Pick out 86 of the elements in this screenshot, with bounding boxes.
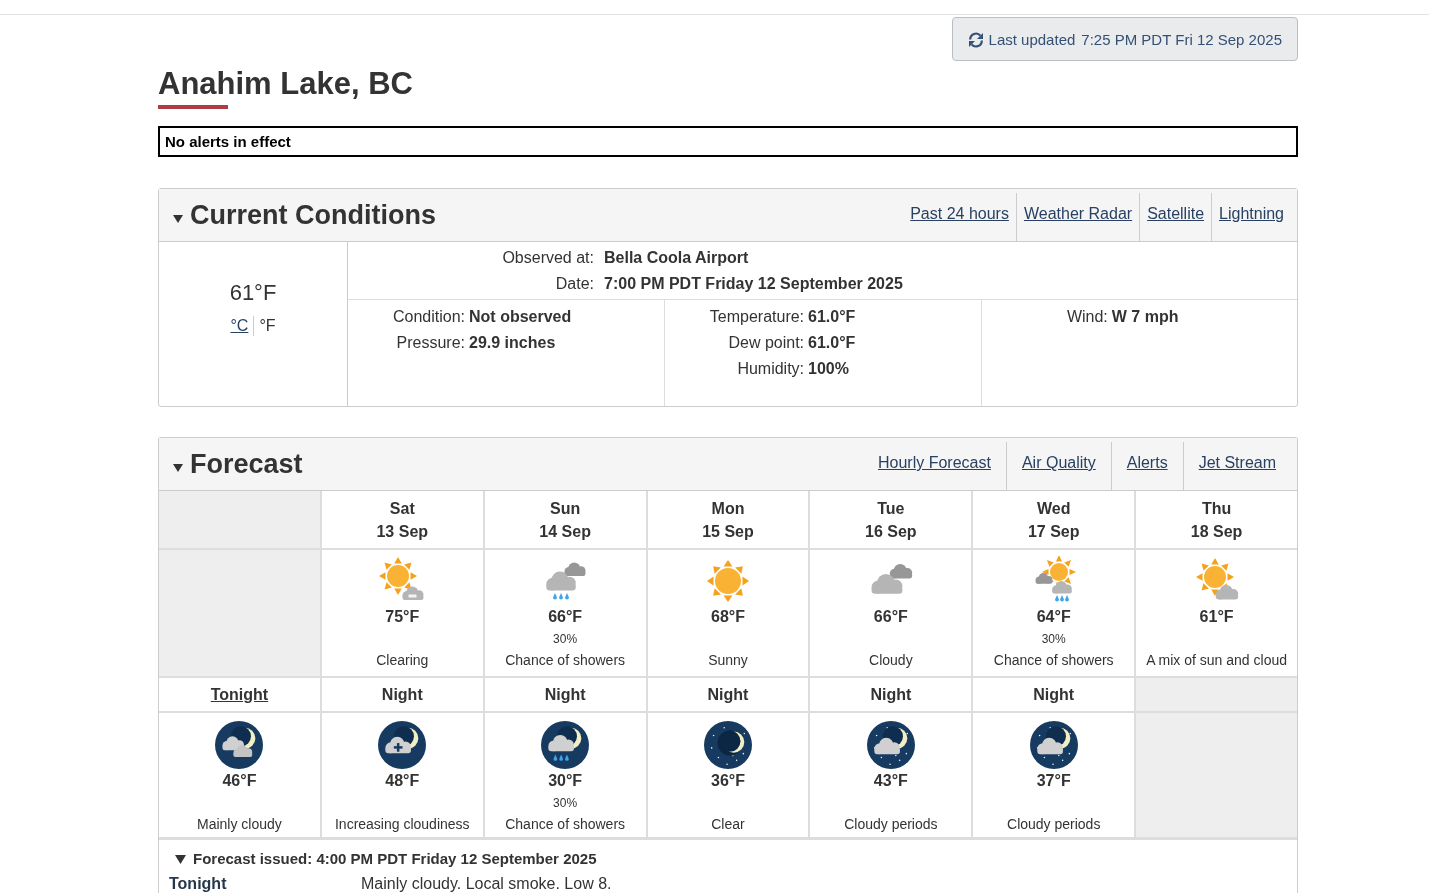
last-updated-button[interactable]: Last updated 7:25 PM PDT Fri 12 Sep 2025 <box>951 17 1298 61</box>
issued-toggle[interactable]: Forecast issued: 4:00 PM PDT Friday 12 September 2025 <box>175 849 597 869</box>
unit-link[interactable]: °C <box>230 316 249 336</box>
field-value: Bella Coola Airport <box>604 248 749 268</box>
header-link[interactable]: Past 24 hours <box>903 193 1016 241</box>
moon-cloud-icon <box>215 721 264 769</box>
header-link[interactable]: Jet Stream <box>1182 442 1291 490</box>
temperature: 48°F <box>385 771 420 791</box>
period-label: Night <box>544 684 586 705</box>
header-link[interactable]: Alerts <box>1110 442 1183 490</box>
condition-text: Chance of showers <box>993 651 1114 670</box>
condition-text: Clear <box>711 815 745 834</box>
header-link[interactable]: Hourly Forecast <box>863 442 1006 490</box>
field-value: 100% <box>808 359 849 379</box>
day-date: 16 Sep <box>865 522 917 542</box>
precip-chance: 30% <box>553 796 578 810</box>
day-date: 13 Sep <box>376 522 429 542</box>
field-value: 29.9 inches <box>469 333 556 353</box>
day-name: Sat <box>389 499 415 519</box>
day-date: 18 Sep <box>1190 522 1243 542</box>
temperature: 46°F <box>222 771 257 791</box>
refresh-icon <box>967 32 984 48</box>
condition-text: Cloudy <box>869 651 913 670</box>
section-toggle[interactable]: Forecast <box>173 438 303 490</box>
field-label: Temperature: <box>709 307 805 327</box>
condition-text: A mix of sun and cloud <box>1146 651 1287 670</box>
field-label: Observed at: <box>502 248 594 268</box>
day-name: Thu <box>1201 499 1232 519</box>
period-label: Night <box>381 684 423 705</box>
day-name: Sun <box>550 499 581 519</box>
moon-rain-cloud-icon <box>541 721 590 769</box>
moon-cloud-stars-icon <box>866 721 915 769</box>
location-title: Anahim Lake, BC <box>158 65 414 103</box>
precip-chance: 30% <box>553 632 578 646</box>
temperature: 43°F <box>873 771 908 791</box>
moon-cloud-stars-icon <box>1029 721 1078 769</box>
period-label: Night <box>707 684 749 705</box>
day-name: Wed <box>1036 499 1071 519</box>
field-label: Dew point: <box>728 333 805 353</box>
period-label: Night <box>870 684 912 705</box>
condition-text: Cloudy periods <box>1007 815 1101 834</box>
condition-text: Chance of showers <box>505 815 626 834</box>
header-link[interactable]: Satellite <box>1139 193 1212 241</box>
field-label: Date: <box>555 274 594 294</box>
field-label: Condition: <box>393 307 466 327</box>
unit-label: °F <box>259 316 276 336</box>
precip-chance: 30% <box>1041 632 1066 646</box>
field-label: Pressure: <box>396 333 466 353</box>
header-link[interactable]: Lightning <box>1211 193 1291 241</box>
temperature: 30°F <box>548 771 583 791</box>
day-name: Mon <box>711 499 745 519</box>
field-label: Wind: <box>1066 307 1108 327</box>
field-value: 61.0°F <box>808 333 856 353</box>
field-value: 7:00 PM PDT Friday 12 September 2025 <box>604 274 903 294</box>
condition-text: Sunny <box>708 651 748 670</box>
temperature: 66°F <box>548 607 583 627</box>
current-temperature: 61°F <box>229 280 277 306</box>
period-name: Tonight <box>169 875 227 893</box>
condition-text: Cloudy periods <box>844 815 938 834</box>
temperature: 75°F <box>385 607 420 627</box>
condition-text: Clearing <box>376 651 429 670</box>
condition-text: Increasing cloudiness <box>334 815 470 834</box>
field-value: 61.0°F <box>808 307 856 327</box>
temperature: 37°F <box>1036 771 1071 791</box>
temperature: 36°F <box>711 771 745 791</box>
condition-text: Chance of showers <box>505 651 626 670</box>
day-date: 14 Sep <box>539 522 591 542</box>
temperature: 66°F <box>873 607 908 627</box>
temperature: 61°F <box>1199 607 1234 627</box>
temperature: 64°F <box>1036 607 1071 627</box>
period-text: Mainly cloudy. Local smoke. Low 8. <box>361 875 612 893</box>
field-value: W 7 mph <box>1111 307 1179 327</box>
day-date: 15 Sep <box>702 522 754 542</box>
header-link[interactable]: Air Quality <box>1005 442 1111 490</box>
alert-banner: No alerts in effect <box>158 126 1298 157</box>
field-label: Humidity: <box>737 359 805 379</box>
field-value: Not observed <box>469 307 572 327</box>
section-toggle[interactable]: Current Conditions <box>173 189 436 241</box>
header-link[interactable]: Weather Radar <box>1015 193 1140 241</box>
period-label: Night <box>1033 684 1075 705</box>
day-date: 17 Sep <box>1027 522 1080 542</box>
moon-cloud-plus-icon <box>378 721 427 769</box>
condition-text: Mainly cloudy <box>197 815 282 834</box>
day-name: Tue <box>877 499 905 519</box>
temperature: 68°F <box>711 607 745 627</box>
moon-stars-icon <box>704 721 752 769</box>
